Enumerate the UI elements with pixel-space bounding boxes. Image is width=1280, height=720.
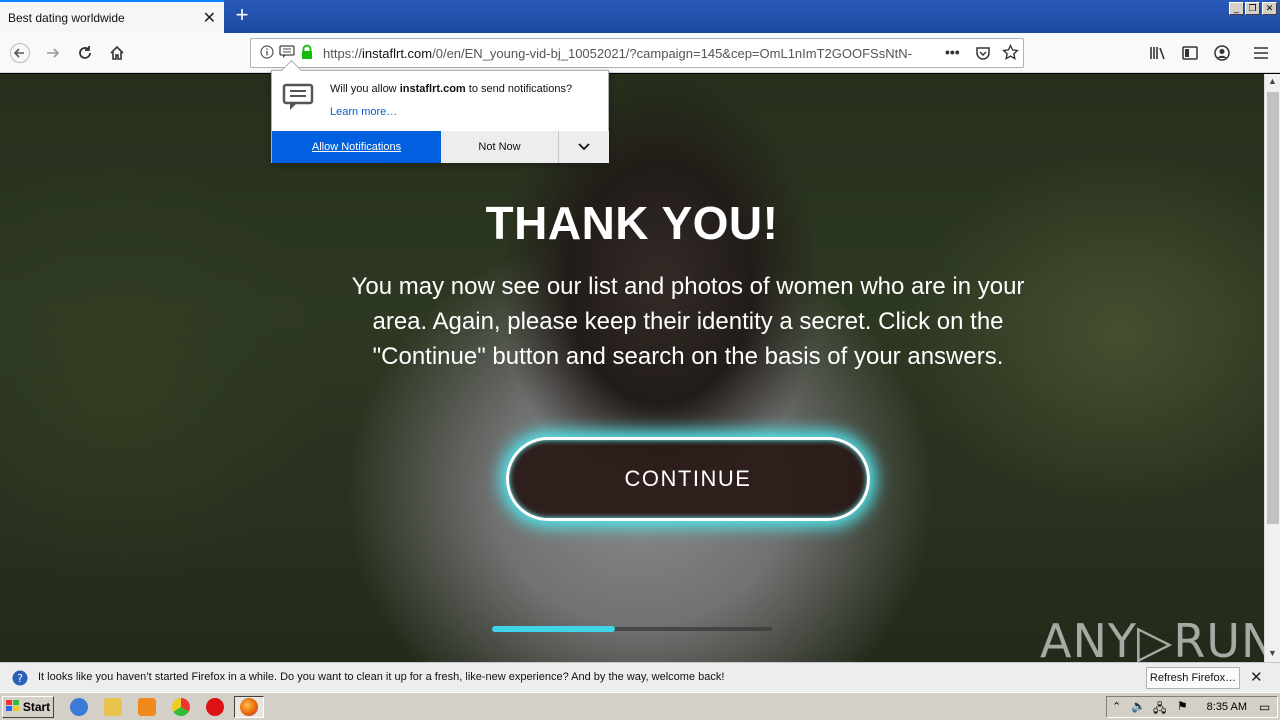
progress-fill xyxy=(492,626,616,632)
notification-close-icon[interactable]: ✕ xyxy=(1250,668,1263,686)
progress-bar xyxy=(492,626,772,632)
reload-icon[interactable] xyxy=(71,39,99,67)
url-bar[interactable]: https://instaflrt.com/0/en/EN_young-vid-… xyxy=(250,38,1024,68)
scroll-down-icon[interactable]: ▼ xyxy=(1268,648,1277,658)
firefox-icon xyxy=(240,698,258,716)
lock-icon[interactable] xyxy=(300,44,314,65)
page-actions-icon[interactable]: ••• xyxy=(945,44,960,60)
sidebar-icon[interactable] xyxy=(1176,39,1204,67)
library-icon[interactable] xyxy=(1144,39,1172,67)
tab-title: Best dating worldwide xyxy=(8,11,125,25)
clock: 8:35 AM xyxy=(1206,701,1247,713)
scroll-up-icon[interactable]: ▲ xyxy=(1268,76,1277,86)
notification-text: It looks like you haven’t started Firefo… xyxy=(38,671,725,683)
watermark-logo: ANY▷RUN xyxy=(1040,614,1264,662)
start-label: Start xyxy=(22,700,51,714)
svg-text:?: ? xyxy=(17,672,23,685)
allow-notifications-button[interactable]: Allow Notifications xyxy=(272,131,441,163)
flag-icon[interactable]: ⚑ xyxy=(1177,699,1188,713)
chevron-down-icon[interactable] xyxy=(559,131,609,163)
forward-icon[interactable] xyxy=(39,39,67,67)
minimize-icon[interactable]: _ xyxy=(1229,2,1244,15)
refresh-label: Refresh Firefox… xyxy=(1149,672,1237,684)
start-button[interactable]: Start xyxy=(2,696,54,718)
continue-label: CONTINUE xyxy=(624,466,752,491)
refresh-firefox-button[interactable]: Refresh Firefox… xyxy=(1146,667,1240,689)
browser-tab[interactable]: Best dating worldwide ✕ xyxy=(0,0,224,33)
scrollbar[interactable]: ▲ ▼ xyxy=(1264,74,1280,662)
question-icon: ? xyxy=(12,670,28,691)
page-headline: THANK YOU! xyxy=(485,197,779,249)
tab-close-icon[interactable]: ✕ xyxy=(203,8,216,28)
new-tab-icon[interactable]: + xyxy=(230,3,254,27)
nav-toolbar: https://instaflrt.com/0/en/EN_young-vid-… xyxy=(0,33,1280,73)
continue-button[interactable]: CONTINUE xyxy=(506,437,870,521)
show-desktop-icon[interactable]: ▭ xyxy=(1259,700,1270,714)
scroll-thumb[interactable] xyxy=(1267,92,1279,524)
opera-icon[interactable] xyxy=(206,698,224,716)
learn-more-link[interactable]: Learn more… xyxy=(330,106,397,118)
home-icon[interactable] xyxy=(103,39,131,67)
folder-icon[interactable] xyxy=(104,698,122,716)
media-player-icon[interactable] xyxy=(138,698,156,716)
back-icon[interactable] xyxy=(6,39,34,67)
title-bar: Best dating worldwide ✕ + _ ❐ ✕ xyxy=(0,0,1280,33)
menu-icon[interactable] xyxy=(1247,39,1275,67)
system-tray: ⌃ 🔈 🖧 ⚑ 8:35 AM ▭ xyxy=(1106,696,1278,718)
info-icon[interactable] xyxy=(260,45,274,64)
chrome-icon[interactable] xyxy=(172,698,190,716)
windows-logo-icon xyxy=(5,699,20,715)
restore-icon[interactable]: ❐ xyxy=(1245,2,1260,15)
firefox-taskbar-button[interactable] xyxy=(234,696,264,718)
network-icon[interactable]: 🖧 xyxy=(1153,699,1166,720)
volume-icon[interactable]: 🔈 xyxy=(1131,699,1146,713)
popup-question: Will you allow instaflrt.com to send not… xyxy=(330,83,573,95)
bookmark-star-icon[interactable] xyxy=(1002,43,1019,66)
not-now-button[interactable]: Not Now xyxy=(441,131,559,163)
notification-permission-popup: Will you allow instaflrt.com to send not… xyxy=(271,70,609,163)
taskbar: Start ⌃ 🔈 🖧 ⚑ 8:35 AM ▭ xyxy=(0,692,1280,720)
tray-expand-icon[interactable]: ⌃ xyxy=(1112,700,1121,713)
page-content: THANK YOU! You may now see our list and … xyxy=(0,74,1264,662)
window-close-icon[interactable]: ✕ xyxy=(1262,2,1277,15)
allow-label: Allow Notifications xyxy=(311,141,402,153)
page-message: You may now see our list and photos of w… xyxy=(351,273,1025,370)
internet-explorer-icon[interactable] xyxy=(70,698,88,716)
not-now-label: Not Now xyxy=(478,141,521,153)
notification-bar: ? It looks like you haven’t started Fire… xyxy=(0,662,1280,692)
url-text[interactable]: https://instaflrt.com/0/en/EN_young-vid-… xyxy=(323,46,933,61)
chat-bubble-icon xyxy=(282,83,314,118)
pocket-icon[interactable] xyxy=(975,45,991,66)
account-icon[interactable] xyxy=(1208,39,1236,67)
